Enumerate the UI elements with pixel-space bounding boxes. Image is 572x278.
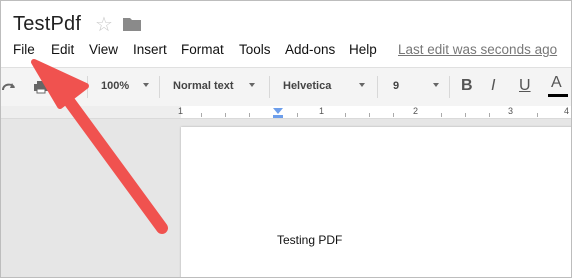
- toolbar-divider: [449, 76, 450, 98]
- redo-icon[interactable]: [1, 80, 17, 94]
- ruler-label: 1: [178, 106, 184, 116]
- text-color-swatch: [548, 94, 568, 97]
- first-line-indent-marker[interactable]: [273, 108, 283, 114]
- ruler-tick: [441, 113, 442, 117]
- document-page[interactable]: Testing PDF: [181, 127, 571, 277]
- ruler-tick: [393, 113, 394, 117]
- document-canvas: Testing PDF: [1, 119, 571, 277]
- menu-format[interactable]: Format: [181, 42, 224, 57]
- ruler-tick: [369, 113, 370, 117]
- style-caret-icon: [249, 83, 255, 87]
- ruler-tick: [297, 113, 298, 117]
- ruler-label: 4: [564, 106, 570, 116]
- zoom-caret-icon: [143, 83, 149, 87]
- star-icon[interactable]: ☆: [95, 15, 113, 35]
- menu-edit[interactable]: Edit: [51, 42, 74, 57]
- toolbar-divider: [377, 76, 378, 98]
- menu-add-ons[interactable]: Add-ons: [285, 42, 335, 57]
- underline-button[interactable]: U: [519, 77, 531, 95]
- ruler-label: 1: [319, 106, 325, 116]
- ruler-tick: [345, 113, 346, 117]
- ruler-tick: [465, 113, 466, 117]
- menu-view[interactable]: View: [89, 42, 118, 57]
- print-icon[interactable]: [33, 80, 49, 94]
- docs-window: TestPdf ☆ File Edit View Insert Format T…: [0, 0, 572, 278]
- style-select[interactable]: Normal text: [173, 80, 234, 92]
- menu-tools[interactable]: Tools: [239, 42, 271, 57]
- ruler-tick: [201, 113, 202, 117]
- title-bar: TestPdf ☆: [1, 1, 571, 41]
- bold-button[interactable]: B: [461, 77, 473, 95]
- font-caret-icon: [359, 83, 365, 87]
- ruler-label: 2: [413, 106, 419, 116]
- font-size-select[interactable]: 9: [393, 80, 399, 92]
- toolbar: 100% Normal text Helvetica 9 B I U A: [1, 67, 571, 107]
- document-title[interactable]: TestPdf: [13, 13, 81, 36]
- paint-format-icon[interactable]: [63, 80, 75, 94]
- font-size-caret-icon: [433, 83, 439, 87]
- text-color-button[interactable]: A: [551, 74, 562, 92]
- ruler: 1 1 2 3 4: [1, 106, 571, 119]
- ruler-margin: [1, 106, 181, 118]
- ruler-tick: [537, 113, 538, 117]
- menu-insert[interactable]: Insert: [133, 42, 167, 57]
- zoom-select[interactable]: 100%: [101, 80, 129, 92]
- toolbar-divider: [159, 76, 160, 98]
- body-text[interactable]: Testing PDF: [277, 233, 342, 247]
- italic-button[interactable]: I: [491, 77, 495, 95]
- toolbar-divider: [269, 76, 270, 98]
- toolbar-divider: [87, 76, 88, 98]
- ruler-tick: [225, 113, 226, 117]
- ruler-label: 3: [508, 106, 514, 116]
- last-edit-link[interactable]: Last edit was seconds ago: [398, 42, 557, 57]
- folder-icon[interactable]: [123, 17, 141, 31]
- ruler-tick: [249, 113, 250, 117]
- menu-bar: File Edit View Insert Format Tools Add-o…: [1, 41, 571, 63]
- menu-file[interactable]: File: [13, 42, 35, 57]
- ruler-tick: [489, 113, 490, 117]
- menu-help[interactable]: Help: [349, 42, 377, 57]
- left-indent-marker[interactable]: [273, 115, 283, 118]
- font-select[interactable]: Helvetica: [283, 80, 331, 92]
